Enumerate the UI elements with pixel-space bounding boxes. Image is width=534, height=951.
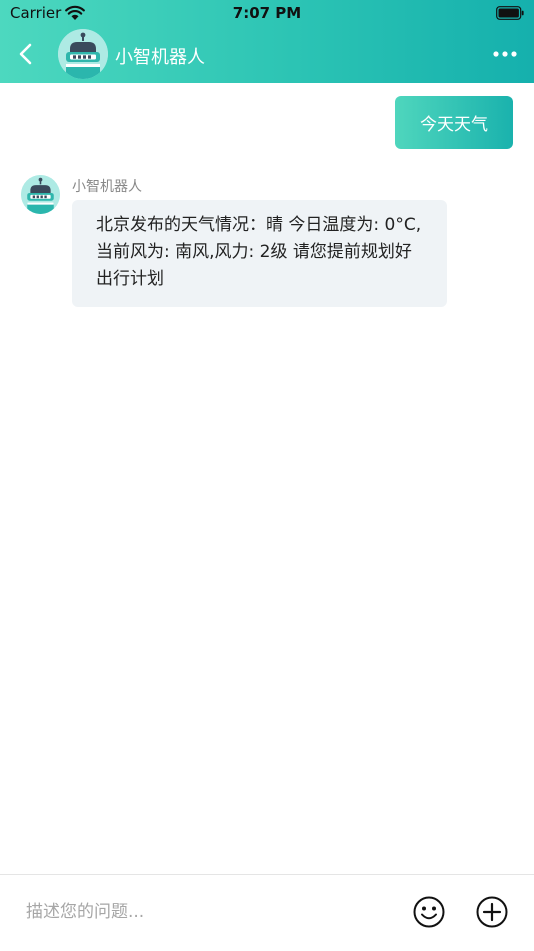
app-header: Carrier 7:07 PM 小智机器人 xyxy=(0,0,534,83)
plus-circle-icon xyxy=(476,896,508,928)
chevron-left-icon xyxy=(19,43,32,65)
more-button[interactable] xyxy=(492,44,518,64)
emoji-button[interactable] xyxy=(412,895,446,929)
bot-avatar[interactable] xyxy=(21,175,60,214)
robot-icon xyxy=(58,29,108,79)
robot-avatar xyxy=(58,29,108,79)
battery-icon xyxy=(496,6,524,20)
status-time: 7:07 PM xyxy=(232,4,302,22)
incoming-message-text: 北京发布的天气情况：晴 今日温度为: 0°C,当前风为: 南风,风力: 2级 请… xyxy=(96,215,422,289)
smiley-icon xyxy=(413,896,445,928)
back-button[interactable] xyxy=(12,40,40,68)
input-bar xyxy=(0,874,534,951)
nav-bar: 小智机器人 xyxy=(0,28,534,83)
nav-title: 小智机器人 xyxy=(115,47,205,68)
status-bar: Carrier 7:07 PM xyxy=(0,0,534,28)
question-input[interactable] xyxy=(14,895,408,929)
more-horizontal-icon xyxy=(493,51,517,57)
robot-icon xyxy=(21,175,60,214)
add-button[interactable] xyxy=(475,895,509,929)
incoming-message: 北京发布的天气情况：晴 今日温度为: 0°C,当前风为: 南风,风力: 2级 请… xyxy=(72,200,447,307)
bot-sender-name: 小智机器人 xyxy=(72,179,142,195)
outgoing-message-text: 今天天气 xyxy=(420,115,488,135)
outgoing-message: 今天天气 xyxy=(395,96,513,149)
